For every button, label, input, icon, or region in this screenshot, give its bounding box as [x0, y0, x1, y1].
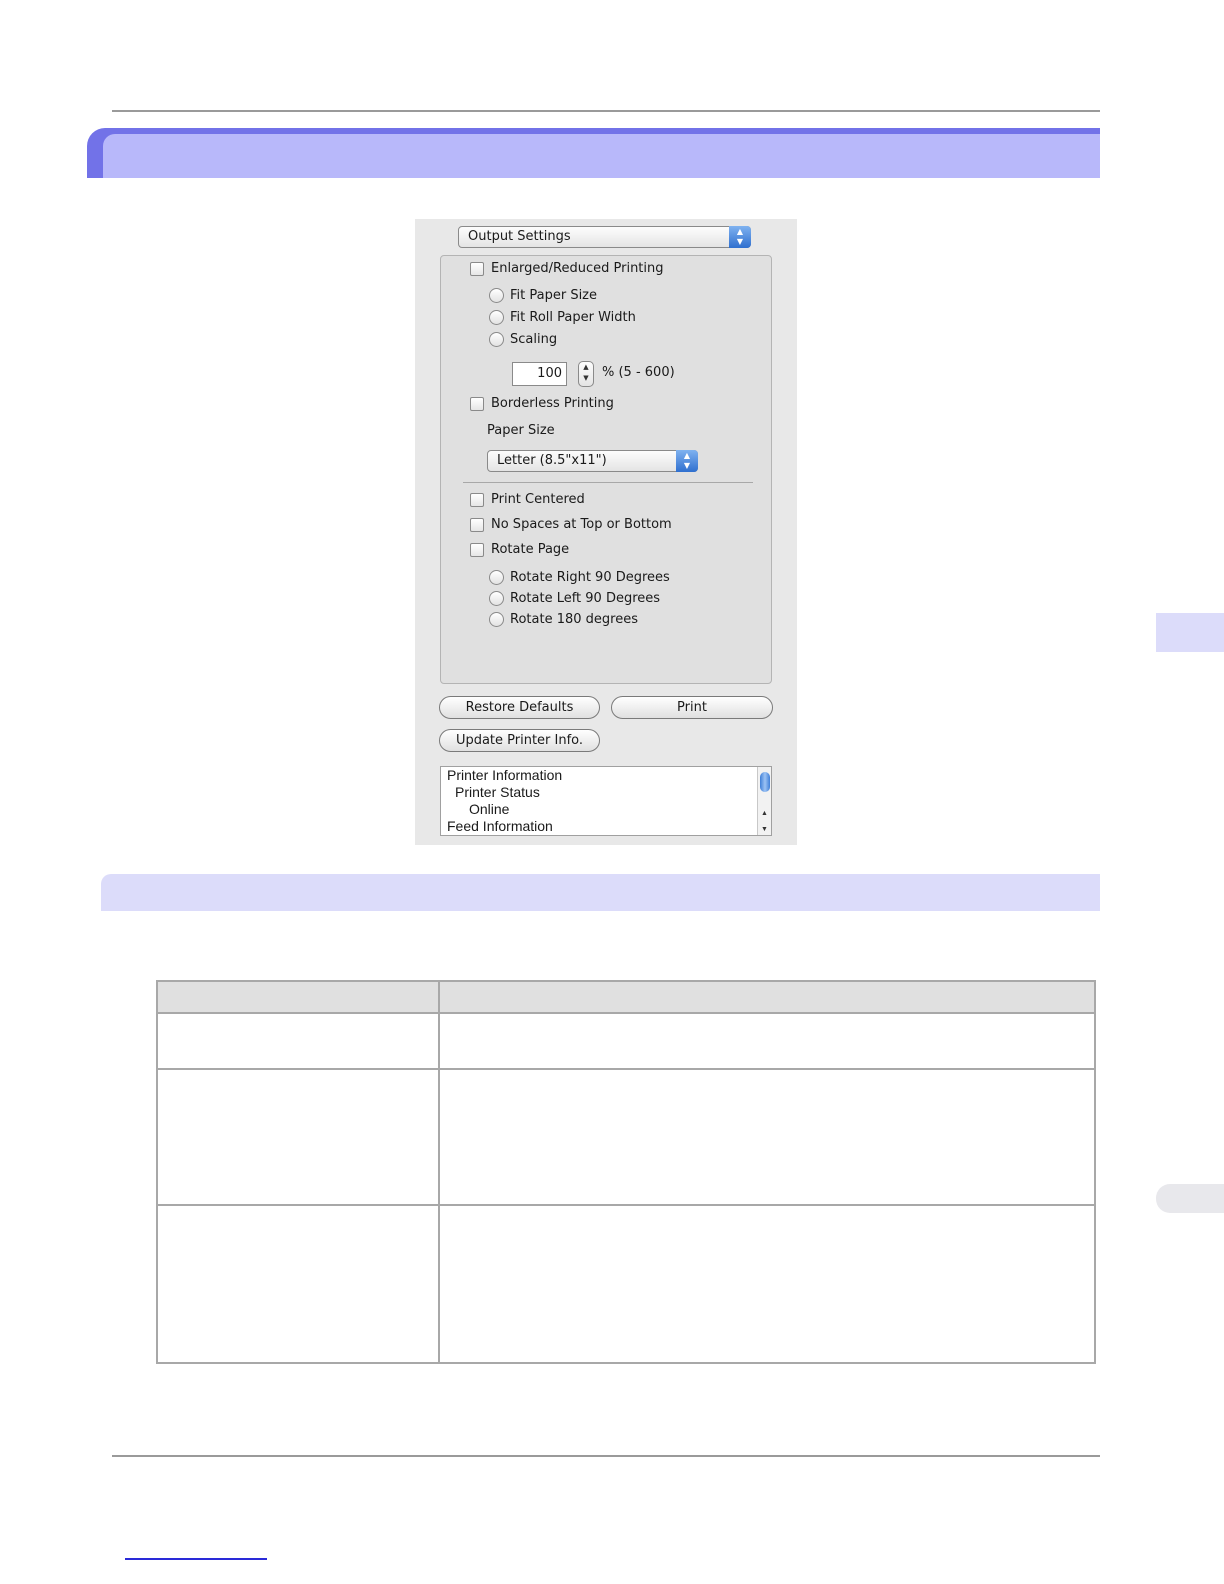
menu-select-value: Output Settings: [468, 229, 571, 244]
rotate-right-radio[interactable]: [489, 570, 504, 585]
info-line: Online: [469, 801, 510, 817]
rotate-180-label: Rotate 180 degrees: [510, 612, 638, 627]
table-row-divider: [158, 1204, 1094, 1206]
info-line: Printer Status: [455, 784, 540, 800]
rotate-left-radio[interactable]: [489, 591, 504, 606]
update-printer-info-button[interactable]: Update Printer Info.: [439, 729, 600, 752]
info-scrollbar[interactable]: ▲ ▼: [757, 767, 771, 835]
menu-select[interactable]: Output Settings ▲ ▼: [458, 226, 751, 248]
rotate-right-radio-row[interactable]: Rotate Right 90 Degrees: [489, 570, 670, 585]
table-row-divider: [158, 1068, 1094, 1070]
scaling-radio-row[interactable]: Scaling: [489, 332, 557, 347]
no-spaces-checkbox[interactable]: [470, 517, 484, 532]
info-line: Feed Information: [447, 818, 553, 834]
fit-roll-paper-width-radio-row[interactable]: Fit Roll Paper Width: [489, 310, 636, 325]
paper-size-select[interactable]: Letter (8.5"x11") ▲ ▼: [487, 450, 698, 472]
no-spaces-checkbox-row[interactable]: No Spaces at Top or Bottom: [470, 517, 672, 532]
chapter-side-tab[interactable]: [1156, 613, 1224, 652]
section-header-bar: [87, 128, 1100, 178]
paper-size-heading-row: Paper Size: [487, 423, 555, 438]
info-line: Printer Information: [447, 767, 563, 783]
rotate-page-checkbox[interactable]: [470, 542, 484, 557]
fit-paper-size-label: Fit Paper Size: [510, 288, 598, 303]
settings-group-box: Enlarged/Reduced Printing Fit Paper Size…: [440, 255, 772, 684]
rotate-left-label: Rotate Left 90 Degrees: [510, 591, 661, 606]
section-header-inner: [103, 134, 1100, 178]
scroll-up-icon[interactable]: ▲: [758, 805, 771, 822]
fit-roll-paper-width-radio[interactable]: [489, 310, 504, 325]
enlarged-reduced-label: Enlarged/Reduced Printing: [491, 261, 664, 276]
print-centered-label: Print Centered: [491, 492, 585, 507]
print-button[interactable]: Print: [611, 696, 773, 719]
stepper-arrows-icon[interactable]: ▲ ▼: [578, 361, 594, 387]
scaling-range-row: % (5 - 600): [602, 365, 675, 380]
scaling-label: Scaling: [510, 332, 558, 347]
settings-table: [156, 980, 1096, 1364]
rotate-left-radio-row[interactable]: Rotate Left 90 Degrees: [489, 591, 660, 606]
subsection-header-bar: [101, 874, 1100, 911]
rotate-right-label: Rotate Right 90 Degrees: [510, 570, 670, 585]
rotate-180-radio-row[interactable]: Rotate 180 degrees: [489, 612, 638, 627]
section-side-tab[interactable]: [1156, 1184, 1224, 1213]
rotate-page-label: Rotate Page: [491, 542, 570, 557]
print-centered-checkbox[interactable]: [470, 492, 484, 507]
group-divider: [463, 482, 753, 483]
top-rule: [112, 110, 1100, 112]
table-column-divider: [438, 982, 440, 1362]
fit-paper-size-radio[interactable]: [489, 288, 504, 303]
bottom-rule: [112, 1455, 1100, 1457]
output-settings-dialog: Output Settings ▲ ▼ Enlarged/Reduced Prin…: [415, 219, 797, 845]
up-down-arrows-icon: ▲ ▼: [729, 226, 751, 248]
fit-roll-paper-width-label: Fit Roll Paper Width: [510, 310, 636, 325]
footer-link-underline[interactable]: [125, 1558, 267, 1560]
borderless-checkbox[interactable]: [470, 396, 484, 411]
rotate-page-checkbox-row[interactable]: Rotate Page: [470, 542, 569, 557]
rotate-180-radio[interactable]: [489, 612, 504, 627]
fit-paper-size-radio-row[interactable]: Fit Paper Size: [489, 288, 597, 303]
scaling-radio[interactable]: [489, 332, 504, 347]
paper-size-label: Paper Size: [487, 423, 555, 438]
scroll-down-icon[interactable]: ▼: [758, 821, 771, 835]
no-spaces-label: No Spaces at Top or Bottom: [491, 517, 672, 532]
scrollbar-thumb[interactable]: [760, 772, 770, 792]
print-centered-checkbox-row[interactable]: Print Centered: [470, 492, 585, 507]
borderless-checkbox-row[interactable]: Borderless Printing: [470, 396, 614, 411]
paper-size-value: Letter (8.5"x11"): [497, 453, 607, 468]
borderless-label: Borderless Printing: [491, 396, 614, 411]
restore-defaults-button[interactable]: Restore Defaults: [439, 696, 600, 719]
scaling-input[interactable]: 100: [512, 362, 567, 386]
table-header-row: [158, 982, 1094, 1014]
enlarged-reduced-checkbox[interactable]: [470, 261, 484, 276]
printer-info-list[interactable]: Printer Information Printer Status Onlin…: [440, 766, 772, 836]
up-down-arrows-icon: ▲ ▼: [676, 450, 698, 472]
scaling-range-label: % (5 - 600): [602, 365, 675, 380]
enlarged-reduced-checkbox-row[interactable]: Enlarged/Reduced Printing: [470, 261, 664, 276]
